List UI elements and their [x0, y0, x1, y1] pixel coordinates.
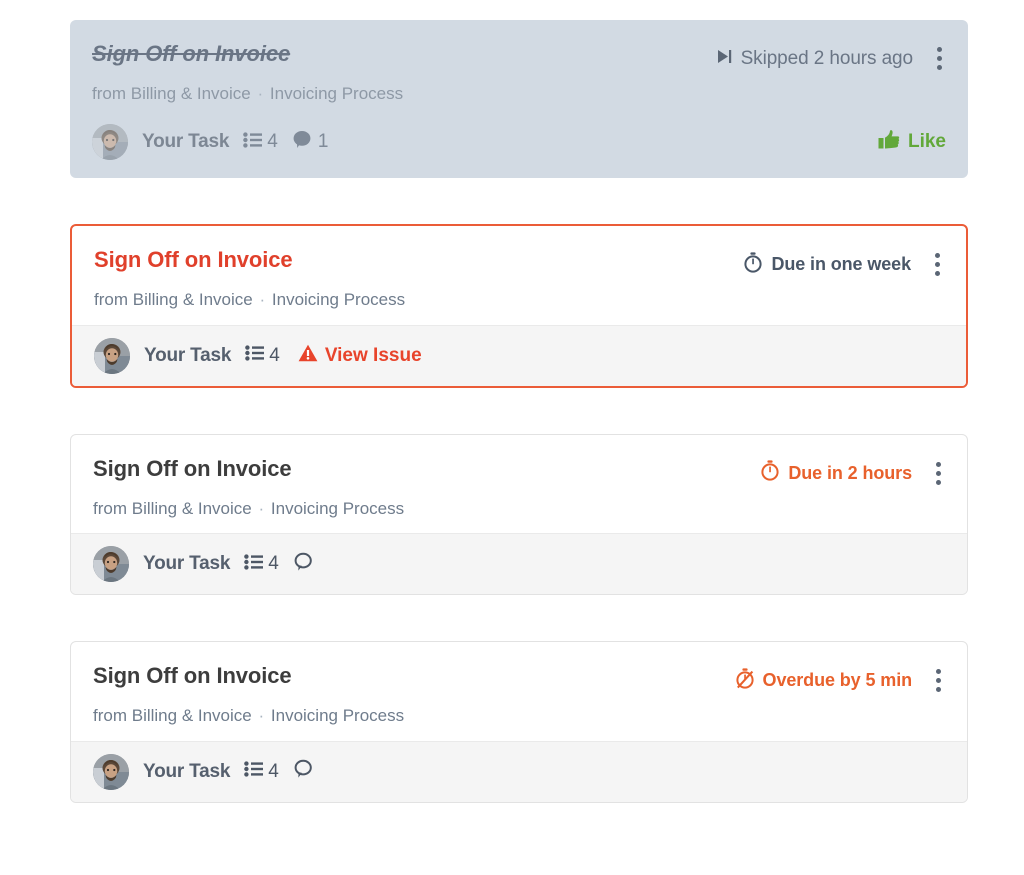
status-label: Due in one week [771, 254, 911, 275]
source-prefix: from [93, 706, 127, 726]
source-process[interactable]: Invoicing Process [270, 84, 403, 103]
card-header-row: Sign Off on Invoice Due in 2 hours [93, 456, 945, 487]
warning-triangle-icon [298, 344, 318, 368]
task-card-issue[interactable]: Sign Off on Invoice Due in one week from [70, 224, 968, 388]
avatar[interactable] [94, 337, 130, 374]
kebab-menu-icon[interactable] [932, 460, 945, 487]
task-card-feed: Sign Off on Invoice Skipped 2 hours ago … [0, 0, 1024, 803]
comment-count: 1 [317, 131, 329, 153]
task-title[interactable]: Sign Off on Invoice [93, 663, 292, 688]
task-title[interactable]: Sign Off on Invoice [92, 41, 290, 66]
skip-forward-icon [716, 48, 733, 70]
kebab-menu-icon[interactable] [933, 45, 946, 72]
card-header-row: Sign Off on Invoice Due in one week [94, 248, 944, 278]
assignee-label: Your Task [144, 344, 232, 366]
source-prefix: from [93, 498, 127, 518]
checklist-meta[interactable]: 4 [243, 131, 278, 153]
card-body: Sign Off on Invoice Due in 2 hours from [71, 435, 967, 533]
card-footer: Your Task 4 [70, 118, 968, 178]
status-label: Due in 2 hours [788, 462, 912, 483]
card-header-row: Sign Off on Invoice Overdue by 5 min [93, 663, 945, 694]
checklist-count: 4 [268, 760, 279, 782]
avatar[interactable] [93, 753, 129, 790]
status-label: Skipped 2 hours ago [740, 47, 914, 69]
card-body: Sign Off on Invoice Due in one week from [72, 226, 966, 324]
source-separator: · [258, 706, 265, 726]
comment-meta[interactable] [293, 759, 319, 784]
source-process[interactable]: Invoicing Process [272, 290, 405, 309]
source-separator: · [258, 498, 265, 518]
card-header-row: Sign Off on Invoice Skipped 2 hours ago [92, 41, 946, 72]
kebab-menu-icon[interactable] [931, 251, 944, 278]
assignee-label: Your Task [143, 760, 231, 782]
card-body: Sign Off on Invoice Overdue by 5 min fro… [71, 642, 967, 740]
checklist-count: 4 [267, 131, 278, 153]
avatar[interactable] [93, 546, 129, 583]
card-footer: Your Task 4 [71, 740, 967, 802]
stopwatch-icon [743, 252, 763, 278]
card-footer: Your Task 4 [72, 324, 966, 386]
comment-meta[interactable] [293, 552, 319, 577]
source-process[interactable]: Invoicing Process [271, 499, 404, 518]
source-project[interactable]: Billing & Invoice [132, 706, 252, 725]
task-status: Due in 2 hours [760, 457, 945, 487]
task-source: from Billing & Invoice · Invoicing Proce… [94, 290, 944, 310]
checklist-count: 4 [268, 553, 279, 575]
comment-bubble-icon [292, 130, 313, 154]
task-status: Due in one week [743, 248, 944, 278]
assignee-label: Your Task [142, 131, 230, 153]
source-project[interactable]: Billing & Invoice [131, 84, 251, 103]
comment-bubble-outline-icon [293, 552, 314, 577]
source-separator: · [259, 290, 266, 310]
footer-left-group: Your Task 4 [92, 124, 329, 161]
footer-left-group: Your Task 4 [94, 337, 422, 374]
view-issue-label: View Issue [324, 344, 422, 366]
checklist-icon [245, 345, 265, 366]
stopwatch-icon [760, 460, 780, 486]
source-process[interactable]: Invoicing Process [271, 706, 404, 725]
checklist-count: 4 [269, 344, 280, 366]
like-label: Like [907, 131, 946, 153]
stopwatch-off-icon [735, 668, 755, 694]
like-button[interactable]: Like [878, 129, 946, 156]
source-prefix: from [92, 84, 126, 103]
task-card-due-soon[interactable]: Sign Off on Invoice Due in 2 hours from [70, 433, 968, 596]
checklist-meta[interactable]: 4 [245, 345, 280, 367]
source-project[interactable]: Billing & Invoice [132, 499, 252, 518]
checklist-icon [244, 554, 264, 575]
source-separator: · [257, 84, 264, 103]
thumbs-up-icon [878, 129, 900, 156]
task-title[interactable]: Sign Off on Invoice [93, 456, 292, 481]
source-project[interactable]: Billing & Invoice [133, 290, 253, 309]
task-source: from Billing & Invoice · Invoicing Proce… [93, 706, 945, 726]
view-issue-link[interactable]: View Issue [298, 344, 422, 368]
checklist-icon [243, 132, 263, 153]
comment-bubble-outline-icon [293, 759, 314, 784]
task-card-skipped[interactable]: Sign Off on Invoice Skipped 2 hours ago … [70, 20, 968, 179]
card-body: Sign Off on Invoice Skipped 2 hours ago … [70, 20, 968, 118]
source-prefix: from [94, 290, 128, 310]
kebab-menu-icon[interactable] [932, 667, 945, 694]
task-status: Overdue by 5 min [735, 664, 945, 694]
task-source: from Billing & Invoice · Invoicing Proce… [92, 84, 946, 104]
avatar[interactable] [92, 124, 128, 161]
footer-left-group: Your Task 4 [93, 753, 319, 790]
task-title[interactable]: Sign Off on Invoice [94, 248, 293, 272]
checklist-meta[interactable]: 4 [244, 761, 279, 783]
card-footer: Your Task 4 [71, 533, 967, 595]
task-card-overdue[interactable]: Sign Off on Invoice Overdue by 5 min fro… [70, 641, 968, 803]
assignee-label: Your Task [143, 553, 231, 575]
checklist-meta[interactable]: 4 [244, 553, 279, 575]
task-status: Skipped 2 hours ago [716, 42, 946, 72]
checklist-icon [244, 761, 264, 782]
task-source: from Billing & Invoice · Invoicing Proce… [93, 499, 945, 519]
footer-left-group: Your Task 4 [93, 546, 319, 583]
status-label: Overdue by 5 min [762, 670, 913, 691]
comment-meta[interactable]: 1 [292, 130, 329, 154]
